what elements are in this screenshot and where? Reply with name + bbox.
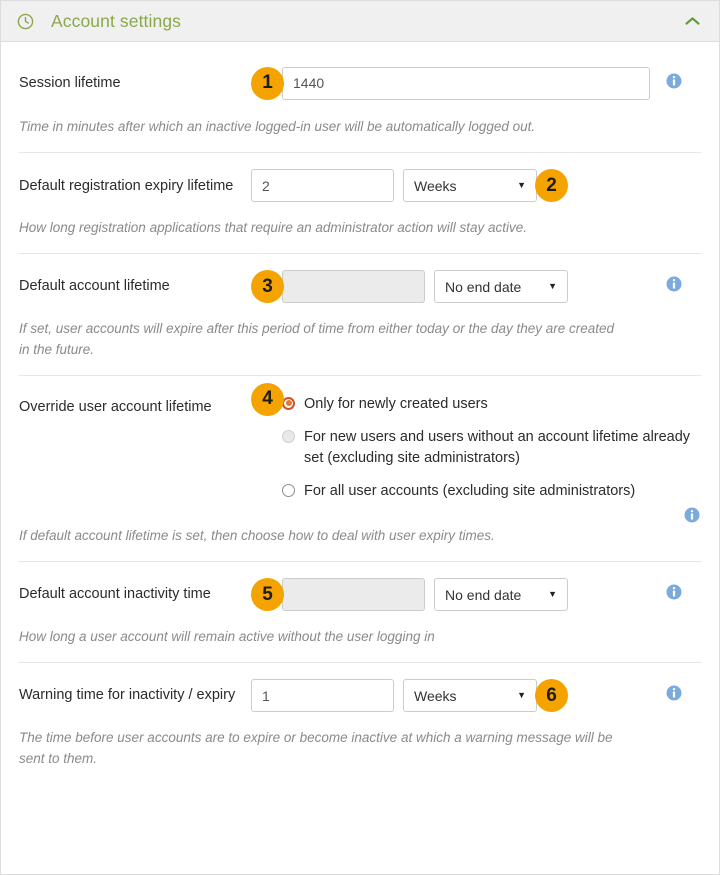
field-label: Warning time for inactivity / expiry xyxy=(19,687,236,704)
radio-option-all-accounts[interactable]: For all user accounts (excluding site ad… xyxy=(282,481,701,502)
step-badge-2: 2 xyxy=(535,169,568,203)
select-value: No end date xyxy=(445,278,522,295)
field-label: Session lifetime xyxy=(19,74,121,91)
field-account-inactivity: Default account inactivity time 5 No end… xyxy=(19,562,701,663)
panel-header[interactable]: Account settings xyxy=(1,1,719,42)
field-help-text: How long a user account will remain acti… xyxy=(19,628,435,644)
account-lifetime-input[interactable] xyxy=(282,270,425,304)
field-help-text: The time before user accounts are to exp… xyxy=(19,729,613,766)
radio-option-label: For all user accounts (excluding site ad… xyxy=(304,482,636,499)
info-icon[interactable] xyxy=(665,275,683,293)
registration-expiry-input[interactable] xyxy=(251,169,394,203)
radio-button-icon[interactable] xyxy=(282,483,295,497)
account-settings-panel: Account settings Session lifetime 1 1440… xyxy=(0,0,720,875)
info-icon[interactable] xyxy=(683,506,701,524)
field-label: Override user account lifetime xyxy=(19,398,212,415)
info-icon[interactable] xyxy=(665,72,683,90)
override-lifetime-radio-group: Only for newly created users For new use… xyxy=(282,390,701,504)
chevron-down-icon: ▼ xyxy=(548,589,557,600)
field-label: Default account lifetime xyxy=(19,278,170,295)
info-icon-wrapper-4[interactable] xyxy=(683,506,701,529)
chevron-down-icon: ▼ xyxy=(548,281,557,292)
session-lifetime-input[interactable] xyxy=(282,66,650,100)
radio-option-new-and-unset[interactable]: For new users and users without an accou… xyxy=(282,427,701,469)
clock-icon xyxy=(17,13,34,29)
info-icon-wrapper-6[interactable] xyxy=(665,684,683,707)
field-override-account-lifetime: Override user account lifetime 4 Only fo… xyxy=(19,376,701,562)
field-help-text: If default account lifetime is set, then… xyxy=(19,527,495,543)
select-value: Weeks xyxy=(414,177,457,194)
account-inactivity-unit-select[interactable]: No end date ▼ xyxy=(434,578,568,612)
info-icon[interactable] xyxy=(665,684,683,702)
field-session-lifetime: Session lifetime 1 Time in minutes after… xyxy=(19,42,701,153)
step-badge-6: 6 xyxy=(535,679,568,713)
chevron-up-icon[interactable] xyxy=(684,15,701,27)
field-help-text: If set, user accounts will expire after … xyxy=(19,320,615,357)
step-badge-1: 1 xyxy=(251,66,284,100)
step-badge-3: 3 xyxy=(251,270,284,304)
account-lifetime-unit-select[interactable]: No end date ▼ xyxy=(434,270,568,304)
step-badge-5: 5 xyxy=(251,578,284,612)
field-warning-time: Warning time for inactivity / expiry Wee… xyxy=(19,663,701,770)
field-label: Default registration expiry lifetime xyxy=(19,177,234,194)
field-help-text: How long registration applications that … xyxy=(19,219,527,235)
info-icon-wrapper-3[interactable] xyxy=(665,275,683,298)
page-title: Account settings xyxy=(51,10,182,31)
field-account-lifetime: Default account lifetime 3 No end date ▼ xyxy=(19,254,701,376)
field-help-text: Time in minutes after which an inactive … xyxy=(19,119,536,134)
warning-time-input[interactable] xyxy=(251,679,394,713)
info-icon-wrapper-5[interactable] xyxy=(665,583,683,606)
chevron-down-icon: ▼ xyxy=(517,690,526,701)
select-value: No end date xyxy=(445,586,522,603)
radio-option-label: Only for newly created users xyxy=(304,395,488,412)
chevron-down-icon: ▼ xyxy=(517,180,526,191)
field-registration-expiry: Default registration expiry lifetime Wee… xyxy=(19,153,701,254)
radio-option-newly-created[interactable]: Only for newly created users xyxy=(282,394,701,415)
settings-form: Session lifetime 1 Time in minutes after… xyxy=(1,42,719,769)
info-icon-wrapper-1[interactable] xyxy=(665,72,683,95)
field-label: Default account inactivity time xyxy=(19,586,211,603)
info-icon[interactable] xyxy=(665,583,683,601)
select-value: Weeks xyxy=(414,687,457,704)
step-badge-4: 4 xyxy=(251,382,284,416)
registration-expiry-unit-select[interactable]: Weeks ▼ xyxy=(403,169,537,203)
radio-option-label: For new users and users without an accou… xyxy=(304,428,691,466)
radio-button-icon[interactable] xyxy=(282,429,295,443)
warning-time-unit-select[interactable]: Weeks ▼ xyxy=(403,679,537,713)
account-inactivity-input[interactable] xyxy=(282,578,425,612)
